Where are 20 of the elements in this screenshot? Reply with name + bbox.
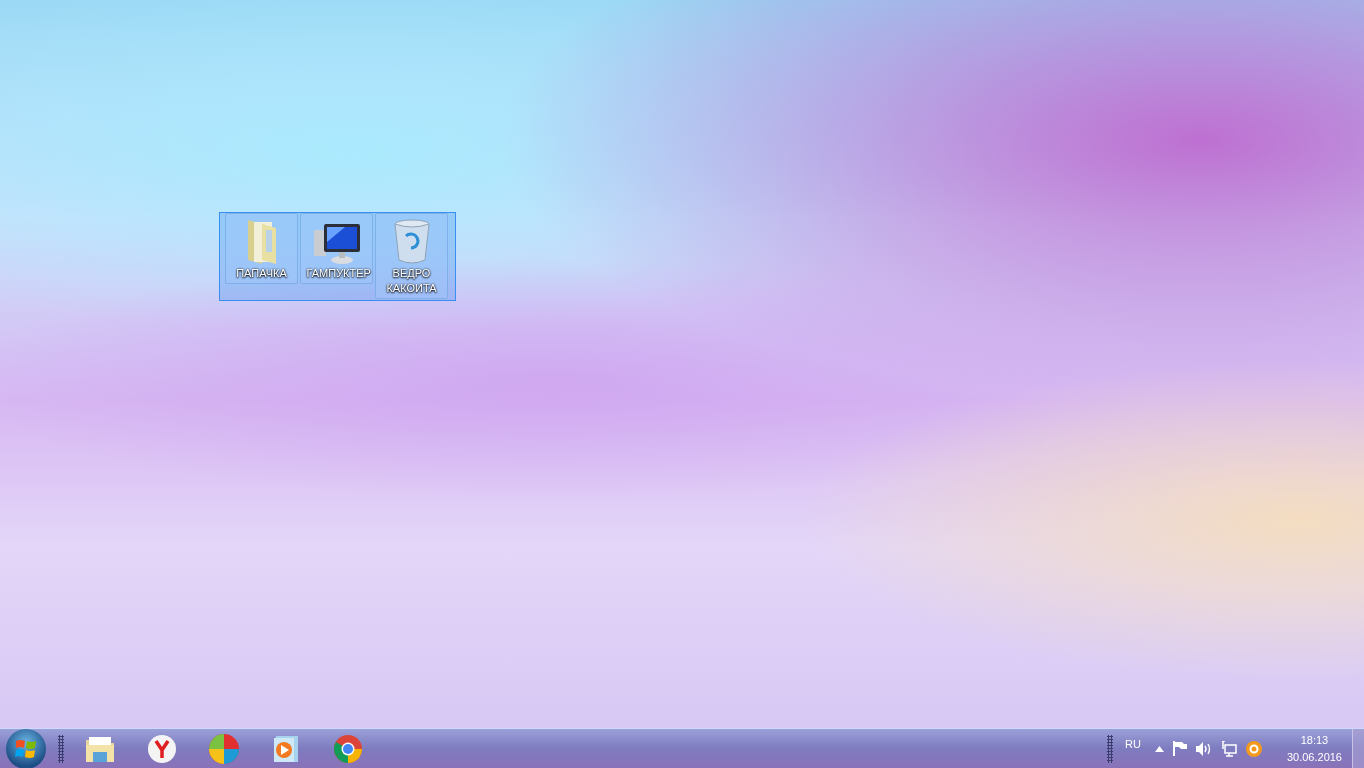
start-button[interactable] xyxy=(6,728,46,768)
clock-date: 30.06.2016 xyxy=(1286,749,1342,765)
clock[interactable]: 18:13 30.06.2016 xyxy=(1286,731,1342,766)
shortcut-label: ВЕДРО КАКОИТА xyxy=(385,266,438,296)
shortcut-label: ПАПАЧКА xyxy=(235,266,288,281)
caret-icon[interactable] xyxy=(1154,745,1164,752)
desktop-shortcut[interactable]: ПАПАЧКА xyxy=(225,213,298,284)
desktop-shortcut[interactable]: ВЕДРО КАКОИТА xyxy=(375,213,448,299)
network-icon[interactable] xyxy=(1220,740,1237,757)
shortcut-label: ГАМПУКТЕР xyxy=(305,266,369,281)
grip-handle[interactable] xyxy=(58,734,64,763)
language-indicator[interactable]: RU xyxy=(1125,737,1141,750)
show-desktop-button[interactable] xyxy=(1352,728,1364,768)
trash-bin-icon xyxy=(391,216,432,266)
clock-time: 18:13 xyxy=(1300,732,1329,748)
ring-badge-icon[interactable] xyxy=(1245,740,1262,757)
desktop-shortcut[interactable]: ГАМПУКТЕР xyxy=(300,213,373,284)
grip-handle[interactable] xyxy=(1107,734,1114,763)
speaker-icon[interactable] xyxy=(1195,741,1212,756)
flag-icon[interactable] xyxy=(1172,741,1187,756)
